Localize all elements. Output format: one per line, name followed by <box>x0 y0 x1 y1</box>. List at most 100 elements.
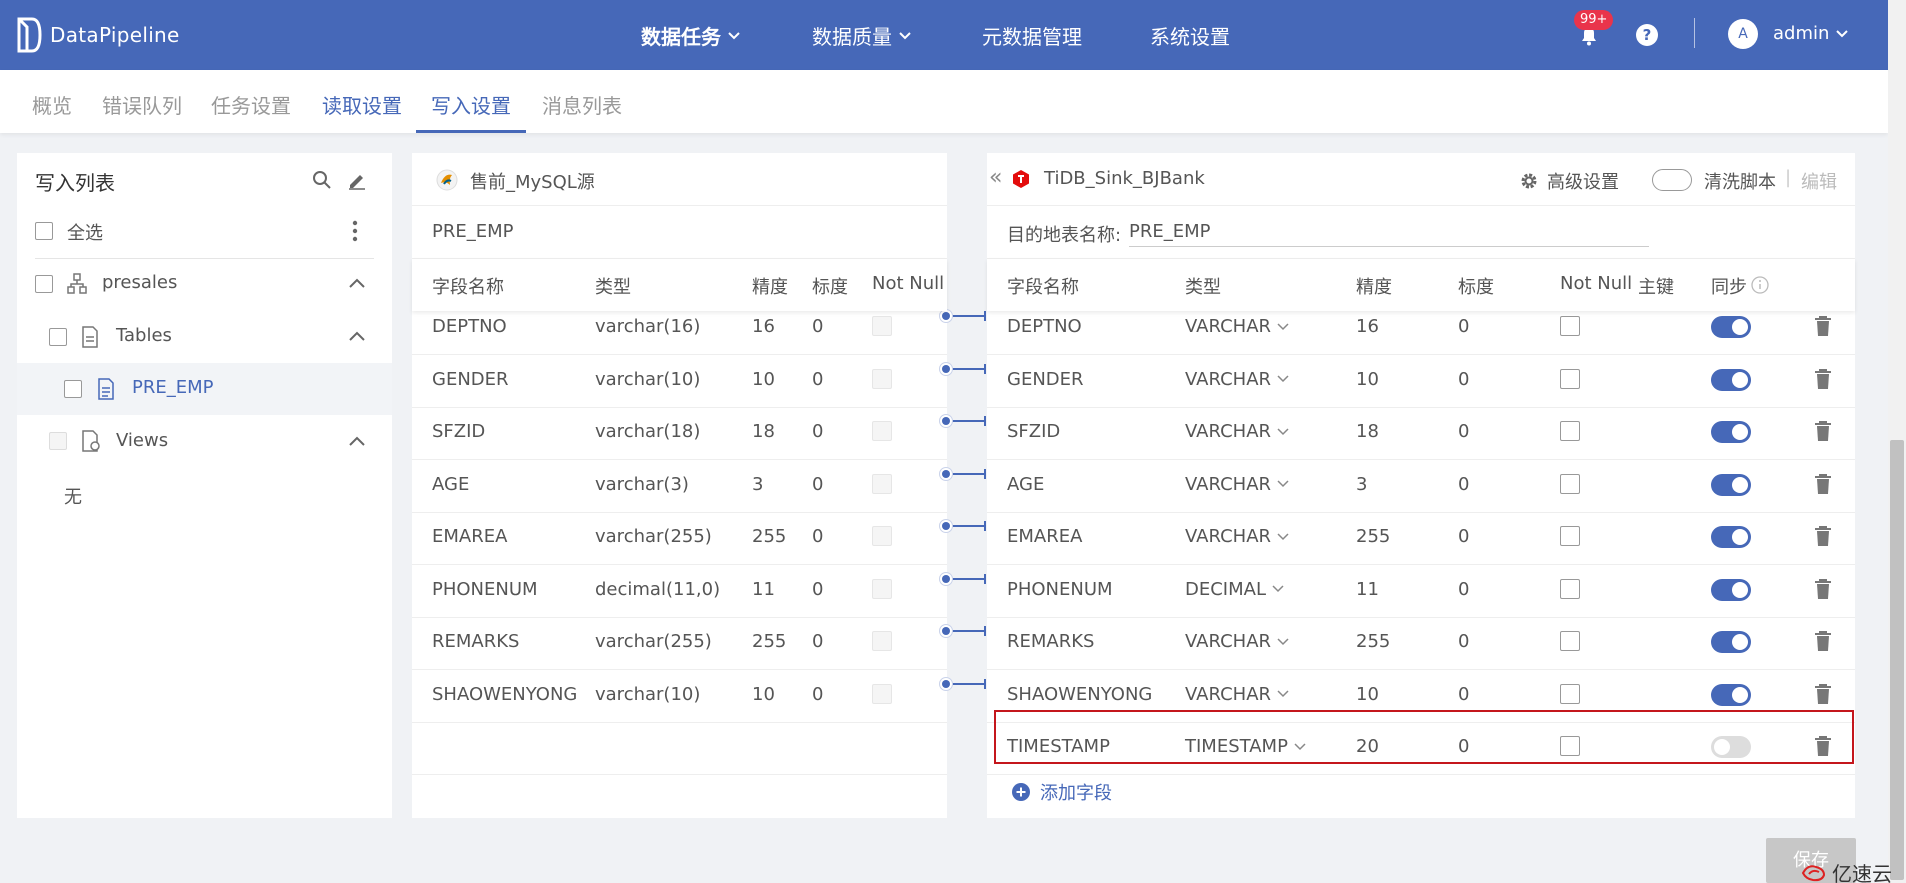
tab-read-settings[interactable]: 读取设置 <box>322 90 402 119</box>
type-select[interactable]: VARCHAR <box>1185 631 1289 652</box>
search-icon[interactable] <box>312 170 332 190</box>
table-item-checkbox[interactable] <box>64 380 82 398</box>
tab-write-settings[interactable]: 写入设置 <box>431 90 511 119</box>
field-type: varchar(16) <box>595 316 701 337</box>
field-scale: 0 <box>1458 316 1470 337</box>
tables-label[interactable]: Tables <box>116 325 172 346</box>
not-null-checkbox[interactable] <box>1560 368 1580 389</box>
mapping-connector[interactable] <box>938 571 986 586</box>
sync-toggle[interactable] <box>1711 421 1751 443</box>
field-scale: 0 <box>812 421 824 442</box>
tab-error-queue[interactable]: 错误队列 <box>102 90 182 119</box>
not-null-checkbox[interactable] <box>1560 683 1580 704</box>
not-null-checkbox[interactable] <box>1560 578 1580 599</box>
info-icon[interactable] <box>1751 276 1769 294</box>
trash-icon[interactable] <box>1813 420 1833 442</box>
trash-icon[interactable] <box>1813 368 1833 390</box>
clean-script-toggle[interactable] <box>1652 169 1692 191</box>
not-null-checkbox[interactable] <box>1560 316 1580 336</box>
mapping-connector[interactable] <box>938 624 986 638</box>
views-label[interactable]: Views <box>116 430 168 451</box>
chevron-up-icon[interactable] <box>348 277 366 289</box>
field-name: SHAOWENYONG <box>1007 683 1153 705</box>
trash-icon[interactable] <box>1813 630 1833 652</box>
not-null-checkbox[interactable] <box>1560 526 1580 546</box>
sync-toggle[interactable] <box>1711 736 1751 758</box>
dest-table-input[interactable]: PRE_EMP <box>1129 217 1649 247</box>
type-select[interactable]: DECIMAL <box>1185 579 1284 600</box>
trash-icon[interactable] <box>1813 735 1833 757</box>
nav-data-tasks[interactable]: 数据任务 <box>641 21 741 50</box>
schema-label[interactable]: presales <box>102 272 177 293</box>
field-precision: 10 <box>1356 368 1379 390</box>
avatar[interactable]: A <box>1728 19 1758 49</box>
nav-system-settings[interactable]: 系统设置 <box>1150 21 1230 50</box>
mapping-connector[interactable] <box>938 466 986 481</box>
destination-column-header: 字段名称 类型 精度 标度 Not Null 主键 同步 <box>987 259 1855 311</box>
sync-toggle[interactable] <box>1711 683 1751 706</box>
schema-checkbox[interactable] <box>35 275 53 293</box>
trash-icon[interactable] <box>1813 315 1833 337</box>
not-null-checkbox[interactable] <box>1560 631 1580 651</box>
not-null-checkbox[interactable] <box>1560 421 1580 441</box>
app-logo[interactable]: DataPipeline <box>16 15 180 55</box>
sync-toggle[interactable] <box>1711 578 1751 601</box>
field-precision: 16 <box>1356 316 1379 337</box>
source-field-row: REMARKS varchar(255) 255 0 <box>412 618 947 670</box>
user-menu[interactable]: admin <box>1773 23 1849 44</box>
sync-toggle[interactable] <box>1711 631 1751 653</box>
add-field-button[interactable]: 添加字段 <box>1012 779 1112 805</box>
destination-panel: « TiDB_Sink_BJBank 高级设置 清洗脚本 | 编辑 目的地表名称… <box>987 153 1855 818</box>
mapping-connector[interactable] <box>938 309 986 323</box>
field-type: decimal(11,0) <box>595 578 721 600</box>
sync-toggle[interactable] <box>1711 316 1751 338</box>
not-null-checkbox[interactable] <box>1560 473 1580 494</box>
type-select[interactable]: VARCHAR <box>1185 316 1289 337</box>
sync-toggle[interactable] <box>1711 473 1751 496</box>
trash-icon[interactable] <box>1813 683 1833 705</box>
field-scale: 0 <box>812 473 824 495</box>
user-name: admin <box>1773 23 1830 44</box>
chevron-up-icon[interactable] <box>348 330 366 342</box>
type-select[interactable]: VARCHAR <box>1185 526 1289 547</box>
mapping-connector[interactable] <box>938 414 986 428</box>
destination-field-row: SHAOWENYONG VARCHAR 10 0 <box>987 671 1855 723</box>
nav-label: 元数据管理 <box>982 25 1082 49</box>
tables-checkbox[interactable] <box>49 328 67 346</box>
col-type: 类型 <box>595 277 631 298</box>
nav-metadata[interactable]: 元数据管理 <box>982 21 1082 50</box>
mapping-connector[interactable] <box>938 676 986 691</box>
edit-icon[interactable] <box>347 170 367 190</box>
tab-message-list[interactable]: 消息列表 <box>542 90 622 119</box>
sync-toggle[interactable] <box>1711 368 1751 391</box>
not-null-checkbox[interactable] <box>1560 736 1580 756</box>
field-scale: 0 <box>812 316 824 337</box>
collapse-icon[interactable]: « <box>989 165 1002 190</box>
field-scale: 0 <box>1458 526 1470 547</box>
type-select[interactable]: VARCHAR <box>1185 421 1289 442</box>
scrollbar-thumb[interactable] <box>1890 440 1904 880</box>
chevron-up-icon[interactable] <box>348 435 366 447</box>
type-select[interactable]: VARCHAR <box>1185 369 1289 390</box>
destination-field-row: PHONENUM DECIMAL 11 0 <box>987 566 1855 618</box>
field-scale: 0 <box>1458 368 1470 390</box>
select-all-checkbox[interactable] <box>35 222 53 240</box>
help-icon[interactable]: ? <box>1636 24 1658 46</box>
trash-icon[interactable] <box>1813 473 1833 495</box>
field-type: varchar(18) <box>595 421 701 442</box>
mapping-connector[interactable] <box>938 519 986 533</box>
trash-icon[interactable] <box>1813 525 1833 547</box>
sync-toggle[interactable] <box>1711 526 1751 548</box>
edit-button[interactable]: 编辑 <box>1801 168 1837 194</box>
mapping-connector[interactable] <box>938 361 986 376</box>
advanced-settings-button[interactable]: 高级设置 <box>1519 168 1619 194</box>
type-select[interactable]: VARCHAR <box>1185 684 1289 705</box>
more-vertical-icon[interactable] <box>351 219 359 243</box>
tab-task-settings[interactable]: 任务设置 <box>211 90 291 119</box>
type-select[interactable]: TIMESTAMP <box>1185 736 1306 757</box>
type-select[interactable]: VARCHAR <box>1185 474 1289 495</box>
trash-icon[interactable] <box>1813 578 1833 600</box>
nav-data-quality[interactable]: 数据质量 <box>812 21 912 50</box>
table-item-selected[interactable]: PRE_EMP <box>17 363 392 415</box>
tab-overview[interactable]: 概览 <box>32 90 72 119</box>
